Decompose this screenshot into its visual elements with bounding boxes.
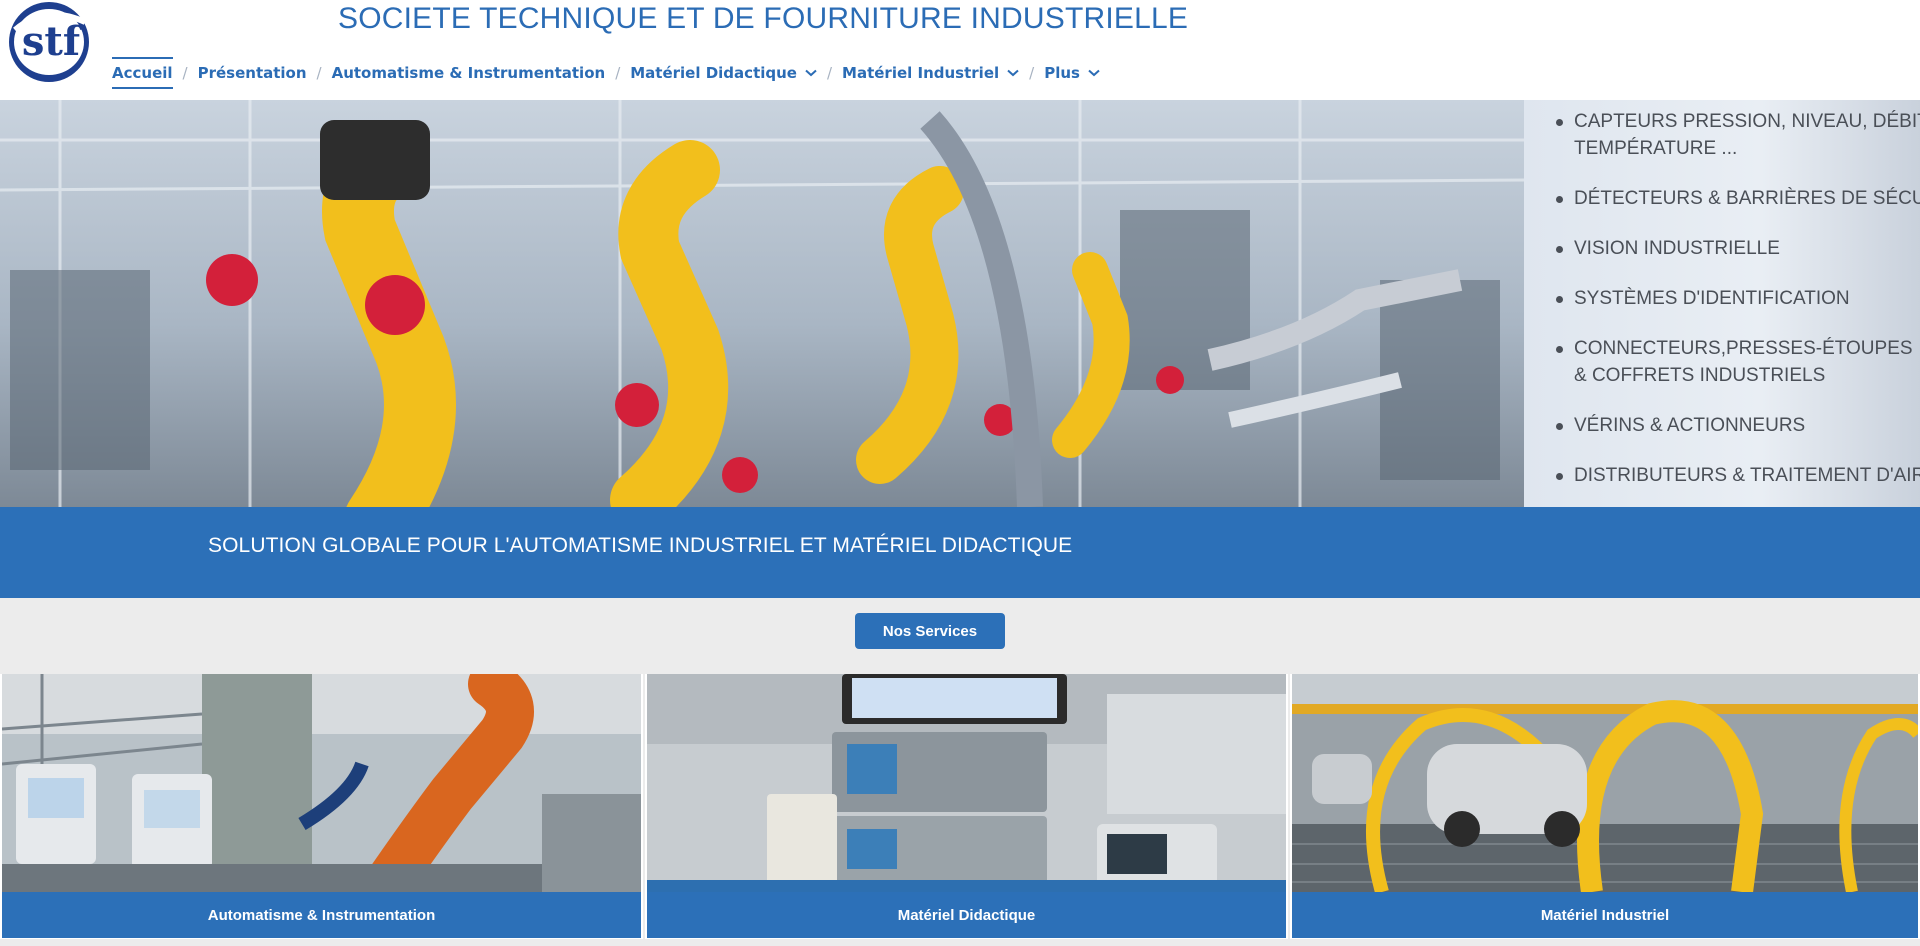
card-label: Matériel Didactique	[897, 906, 1036, 924]
category-cards: Automatisme & Instrumentation Matériel D…	[0, 674, 1920, 939]
hero-product-list: CAPTEURS PRESSION, NIVEAU, DÉBIT TEMPÉRA…	[1551, 108, 1920, 489]
nav-separator: /	[1029, 64, 1035, 82]
card-didactique-image	[647, 674, 1286, 892]
main-navigation: Accueil / Présentation / Automatisme & I…	[112, 56, 1100, 90]
hero-list-item: VISION INDUSTRIELLE	[1551, 235, 1920, 262]
tagline-band: SOLUTION GLOBALE POUR L'AUTOMATISME INDU…	[0, 507, 1920, 598]
hero-list-item: SYSTÈMES D'IDENTIFICATION	[1551, 285, 1920, 312]
nav-label: Présentation	[197, 64, 307, 82]
hero-list-item: DISTRIBUTEURS & TRAITEMENT D'AIR	[1551, 462, 1920, 489]
card-didactique-bar: Matériel Didactique	[647, 892, 1286, 938]
hero-list-item-cont: & COFFRETS INDUSTRIELS	[1574, 365, 1826, 386]
nav-separator: /	[615, 64, 621, 82]
card-label: Automatisme & Instrumentation	[207, 906, 436, 924]
nos-services-button[interactable]: Nos Services	[855, 613, 1005, 649]
hero-list-item: CONNECTEURS,PRESSES-ÉTOUPES	[1551, 335, 1920, 362]
nav-label: Automatisme & Instrumentation	[331, 64, 606, 82]
logo-text: stf	[22, 18, 83, 65]
card-industriel-bar: Matériel Industriel	[1292, 892, 1918, 938]
hero-banner: CAPTEURS PRESSION, NIVEAU, DÉBIT TEMPÉRA…	[0, 100, 1920, 507]
card-automatisme-image	[2, 674, 641, 892]
nav-separator: /	[182, 64, 188, 82]
nav-separator: /	[316, 64, 322, 82]
chevron-down-icon	[1088, 69, 1100, 77]
nav-separator: /	[826, 64, 833, 82]
card-industriel-image	[1292, 674, 1918, 892]
tagline-text: SOLUTION GLOBALE POUR L'AUTOMATISME INDU…	[208, 534, 1073, 557]
hero-list-item: VÉRINS & ACTIONNEURS	[1551, 412, 1920, 439]
chevron-down-icon	[1007, 69, 1019, 77]
card-label: Matériel Industriel	[1540, 906, 1670, 924]
nav-item-plus[interactable]: Plus	[1044, 56, 1100, 90]
site-title: SOCIETE TECHNIQUE ET DE FOURNITURE INDUS…	[338, 2, 1189, 35]
card-materiel-industriel[interactable]: Matériel Industriel	[1290, 674, 1920, 939]
hero-list-item: CAPTEURS PRESSION, NIVEAU, DÉBIT	[1551, 108, 1920, 135]
nav-item-automatisme[interactable]: Automatisme & Instrumentation	[332, 56, 606, 90]
nav-label: Plus	[1044, 64, 1080, 82]
nav-label: Matériel Industriel	[842, 64, 1000, 82]
site-header: stf SOCIETE TECHNIQUE ET DE FOURNITURE I…	[0, 0, 1920, 100]
card-automatisme[interactable]: Automatisme & Instrumentation	[0, 674, 643, 939]
nav-item-materiel-didactique[interactable]: Matériel Didactique	[630, 56, 817, 90]
hero-list-item-cont: TEMPÉRATURE ...	[1574, 138, 1738, 159]
stf-logo[interactable]: stf	[5, 0, 93, 84]
nav-label: Accueil	[112, 64, 173, 82]
card-materiel-didactique[interactable]: Matériel Didactique	[645, 674, 1288, 939]
nav-item-presentation[interactable]: Présentation	[198, 56, 307, 90]
nav-label: Matériel Didactique	[630, 64, 797, 82]
card-automatisme-bar: Automatisme & Instrumentation	[2, 892, 641, 938]
nav-item-materiel-industriel[interactable]: Matériel Industriel	[842, 56, 1019, 90]
chevron-down-icon	[805, 69, 817, 77]
hero-robots-image	[0, 100, 1525, 507]
hero-list-item: DÉTECTEURS & BARRIÈRES DE SÉCURITÉ	[1551, 185, 1920, 212]
nav-item-accueil[interactable]: Accueil	[112, 56, 173, 90]
